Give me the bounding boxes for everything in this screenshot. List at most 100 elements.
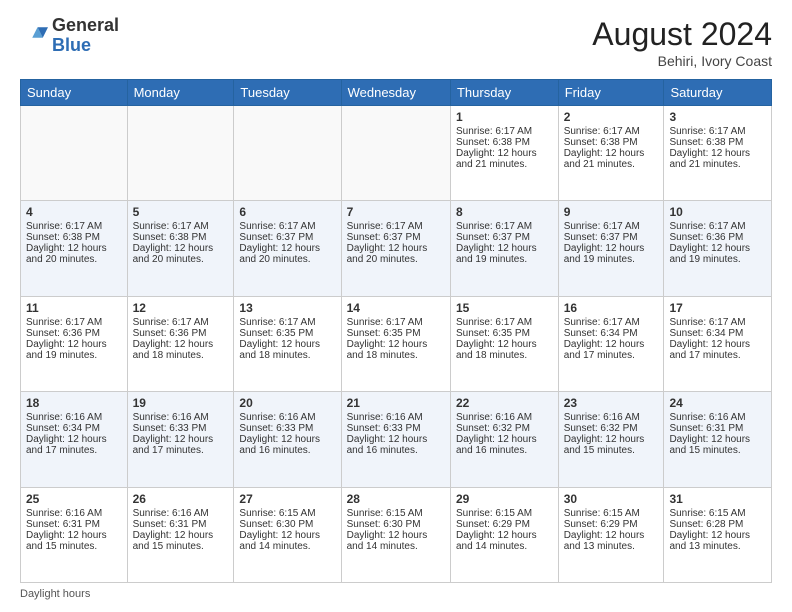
calendar-cell: 22Sunrise: 6:16 AMSunset: 6:32 PMDayligh… — [450, 392, 558, 487]
day-info: Sunset: 6:33 PM — [347, 423, 445, 434]
day-info: Sunrise: 6:16 AM — [669, 412, 766, 423]
calendar-cell: 15Sunrise: 6:17 AMSunset: 6:35 PMDayligh… — [450, 296, 558, 391]
calendar-cell: 6Sunrise: 6:17 AMSunset: 6:37 PMDaylight… — [234, 201, 341, 296]
calendar-table: SundayMondayTuesdayWednesdayThursdayFrid… — [20, 79, 772, 583]
day-info: Daylight: 12 hours and 18 minutes. — [347, 339, 445, 361]
day-info: Daylight: 12 hours and 21 minutes. — [456, 148, 553, 170]
day-number: 16 — [564, 301, 659, 315]
day-info: Daylight: 12 hours and 15 minutes. — [564, 434, 659, 456]
calendar-cell: 20Sunrise: 6:16 AMSunset: 6:33 PMDayligh… — [234, 392, 341, 487]
calendar-cell — [21, 106, 128, 201]
day-info: Sunset: 6:31 PM — [26, 519, 122, 530]
calendar-cell — [127, 106, 234, 201]
calendar-cell: 11Sunrise: 6:17 AMSunset: 6:36 PMDayligh… — [21, 296, 128, 391]
calendar-cell: 10Sunrise: 6:17 AMSunset: 6:36 PMDayligh… — [664, 201, 772, 296]
day-info: Sunset: 6:33 PM — [239, 423, 335, 434]
day-info: Sunset: 6:29 PM — [564, 519, 659, 530]
day-info: Sunset: 6:37 PM — [456, 232, 553, 243]
calendar-cell — [341, 106, 450, 201]
day-info: Sunset: 6:32 PM — [456, 423, 553, 434]
day-info: Daylight: 12 hours and 17 minutes. — [26, 434, 122, 456]
day-info: Daylight: 12 hours and 19 minutes. — [26, 339, 122, 361]
day-info: Daylight: 12 hours and 15 minutes. — [133, 530, 229, 552]
day-info: Daylight: 12 hours and 13 minutes. — [669, 530, 766, 552]
calendar-cell: 18Sunrise: 6:16 AMSunset: 6:34 PMDayligh… — [21, 392, 128, 487]
calendar-week-3: 11Sunrise: 6:17 AMSunset: 6:36 PMDayligh… — [21, 296, 772, 391]
day-info: Sunrise: 6:15 AM — [239, 508, 335, 519]
day-info: Sunset: 6:30 PM — [347, 519, 445, 530]
day-number: 30 — [564, 492, 659, 506]
day-info: Sunset: 6:37 PM — [564, 232, 659, 243]
day-number: 21 — [347, 396, 445, 410]
col-header-tuesday: Tuesday — [234, 80, 341, 106]
day-info: Sunrise: 6:15 AM — [456, 508, 553, 519]
day-number: 12 — [133, 301, 229, 315]
col-header-monday: Monday — [127, 80, 234, 106]
day-info: Sunset: 6:38 PM — [564, 137, 659, 148]
day-info: Daylight: 12 hours and 21 minutes. — [669, 148, 766, 170]
day-number: 20 — [239, 396, 335, 410]
day-number: 1 — [456, 110, 553, 124]
calendar-cell: 28Sunrise: 6:15 AMSunset: 6:30 PMDayligh… — [341, 487, 450, 582]
calendar-cell: 17Sunrise: 6:17 AMSunset: 6:34 PMDayligh… — [664, 296, 772, 391]
day-info: Sunrise: 6:17 AM — [456, 317, 553, 328]
calendar-cell: 7Sunrise: 6:17 AMSunset: 6:37 PMDaylight… — [341, 201, 450, 296]
day-info: Sunrise: 6:17 AM — [239, 221, 335, 232]
day-number: 10 — [669, 205, 766, 219]
day-info: Sunrise: 6:17 AM — [133, 317, 229, 328]
day-info: Daylight: 12 hours and 18 minutes. — [133, 339, 229, 361]
day-info: Sunrise: 6:17 AM — [133, 221, 229, 232]
day-info: Sunset: 6:31 PM — [133, 519, 229, 530]
calendar-cell: 4Sunrise: 6:17 AMSunset: 6:38 PMDaylight… — [21, 201, 128, 296]
calendar-header-row: SundayMondayTuesdayWednesdayThursdayFrid… — [21, 80, 772, 106]
day-number: 26 — [133, 492, 229, 506]
day-number: 25 — [26, 492, 122, 506]
day-info: Sunrise: 6:17 AM — [564, 221, 659, 232]
day-info: Daylight: 12 hours and 20 minutes. — [26, 243, 122, 265]
day-info: Sunrise: 6:17 AM — [564, 317, 659, 328]
calendar-cell: 12Sunrise: 6:17 AMSunset: 6:36 PMDayligh… — [127, 296, 234, 391]
calendar-week-1: 1Sunrise: 6:17 AMSunset: 6:38 PMDaylight… — [21, 106, 772, 201]
col-header-thursday: Thursday — [450, 80, 558, 106]
day-number: 9 — [564, 205, 659, 219]
col-header-wednesday: Wednesday — [341, 80, 450, 106]
day-info: Daylight: 12 hours and 20 minutes. — [133, 243, 229, 265]
day-info: Sunset: 6:32 PM — [564, 423, 659, 434]
day-number: 14 — [347, 301, 445, 315]
calendar-cell: 9Sunrise: 6:17 AMSunset: 6:37 PMDaylight… — [558, 201, 664, 296]
day-info: Sunset: 6:38 PM — [26, 232, 122, 243]
day-number: 15 — [456, 301, 553, 315]
calendar-cell: 25Sunrise: 6:16 AMSunset: 6:31 PMDayligh… — [21, 487, 128, 582]
day-number: 18 — [26, 396, 122, 410]
calendar-cell — [234, 106, 341, 201]
day-info: Daylight: 12 hours and 15 minutes. — [26, 530, 122, 552]
daylight-label: Daylight hours — [20, 588, 90, 600]
day-info: Sunset: 6:34 PM — [26, 423, 122, 434]
day-info: Daylight: 12 hours and 17 minutes. — [669, 339, 766, 361]
day-number: 28 — [347, 492, 445, 506]
day-number: 8 — [456, 205, 553, 219]
day-number: 7 — [347, 205, 445, 219]
day-info: Daylight: 12 hours and 19 minutes. — [456, 243, 553, 265]
page: General Blue August 2024 Behiri, Ivory C… — [0, 0, 792, 612]
day-info: Sunset: 6:34 PM — [669, 328, 766, 339]
day-info: Sunset: 6:33 PM — [133, 423, 229, 434]
day-info: Sunset: 6:38 PM — [456, 137, 553, 148]
day-info: Sunset: 6:36 PM — [26, 328, 122, 339]
calendar-week-2: 4Sunrise: 6:17 AMSunset: 6:38 PMDaylight… — [21, 201, 772, 296]
day-number: 23 — [564, 396, 659, 410]
day-info: Sunrise: 6:17 AM — [456, 221, 553, 232]
day-number: 6 — [239, 205, 335, 219]
day-info: Sunrise: 6:17 AM — [456, 126, 553, 137]
day-info: Sunset: 6:35 PM — [347, 328, 445, 339]
day-info: Sunrise: 6:17 AM — [564, 126, 659, 137]
day-info: Sunset: 6:29 PM — [456, 519, 553, 530]
calendar-cell: 2Sunrise: 6:17 AMSunset: 6:38 PMDaylight… — [558, 106, 664, 201]
calendar-week-5: 25Sunrise: 6:16 AMSunset: 6:31 PMDayligh… — [21, 487, 772, 582]
day-number: 31 — [669, 492, 766, 506]
day-info: Daylight: 12 hours and 20 minutes. — [239, 243, 335, 265]
day-info: Sunset: 6:35 PM — [456, 328, 553, 339]
calendar-cell: 16Sunrise: 6:17 AMSunset: 6:34 PMDayligh… — [558, 296, 664, 391]
calendar-week-4: 18Sunrise: 6:16 AMSunset: 6:34 PMDayligh… — [21, 392, 772, 487]
day-info: Daylight: 12 hours and 16 minutes. — [347, 434, 445, 456]
